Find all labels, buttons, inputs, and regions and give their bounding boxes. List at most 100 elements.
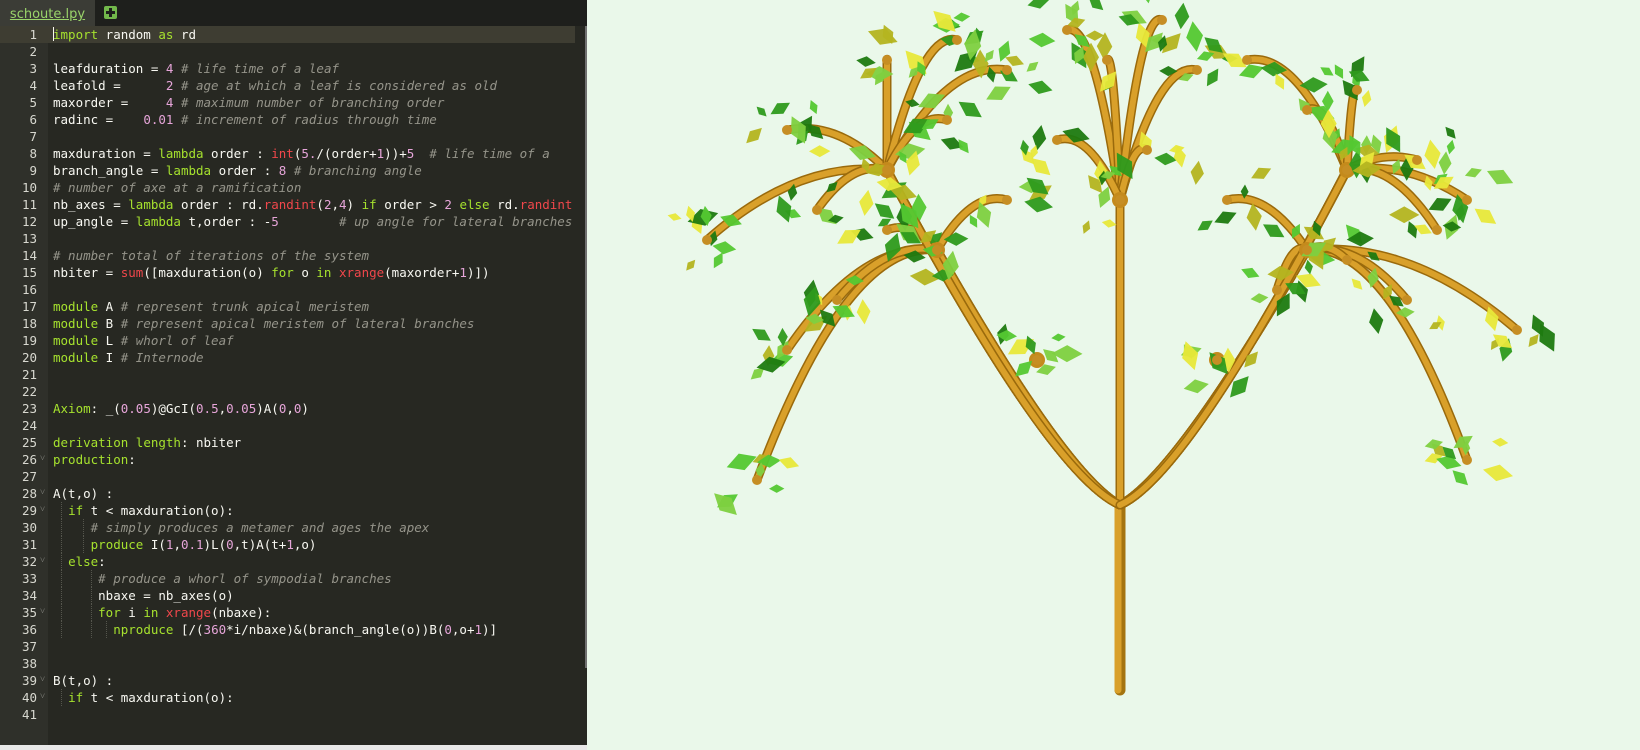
code-line[interactable]: 1 import random as rd <box>0 26 575 43</box>
branch <box>1117 16 1165 508</box>
code-line[interactable]: 8 maxduration = lambda order : int(5./(or… <box>0 145 575 162</box>
leaf <box>667 213 682 221</box>
code-line[interactable]: 19 module L # whorl of leaf <box>0 332 575 349</box>
code-line-text: leafold = 2 # age at which a leaf is con… <box>53 78 498 93</box>
code-line[interactable]: 35 ˅ for i in xrange(nbaxe): <box>0 604 575 621</box>
branch <box>1117 105 1351 508</box>
leaf <box>1492 437 1509 447</box>
code-line-text: B(t,o) : <box>53 673 114 688</box>
line-number: 33 <box>21 571 37 586</box>
code-line[interactable]: 20 module I # Internode <box>0 349 575 366</box>
code-line[interactable]: 5 maxorder = 4 # maximum number of branch… <box>0 94 575 111</box>
code-line[interactable]: 15 nbiter = sum([maxduration(o) for o in … <box>0 264 575 281</box>
plus-square-icon[interactable] <box>104 6 117 19</box>
code-line[interactable]: 28 ˅ A(t,o) : <box>0 485 575 502</box>
leaf <box>1407 221 1418 239</box>
line-number: 34 <box>21 588 37 603</box>
branch-tip <box>1142 145 1152 155</box>
code-line-text: maxorder = 4 # maximum number of branchi… <box>53 95 445 110</box>
fold-chevron-icon[interactable]: ˅ <box>40 502 45 519</box>
branch-tip <box>1402 295 1412 305</box>
code-line[interactable]: 26 ˅ production: <box>0 451 575 468</box>
branch-tip <box>882 225 892 235</box>
branch-tip <box>1242 55 1252 65</box>
tab-file[interactable]: schoute.lpy <box>0 0 95 26</box>
leaf <box>969 214 978 228</box>
code-line[interactable]: 17 module A # represent trunk apical meri… <box>0 298 575 315</box>
branch-tip <box>782 125 792 135</box>
code-line[interactable]: 36 nproduce [/(360*i/nbaxe)&(branch_angl… <box>0 621 575 638</box>
fold-chevron-icon[interactable]: ˅ <box>40 485 45 502</box>
code-line[interactable]: 12 up_angle = lambda t,order : -5 # up an… <box>0 213 575 230</box>
3d-viewer[interactable] <box>587 0 1640 750</box>
leaf <box>1183 379 1209 394</box>
code-line[interactable]: 32 ˅ else: <box>0 553 575 570</box>
fold-chevron-icon[interactable]: ˅ <box>40 451 45 468</box>
branch-tip <box>782 345 792 355</box>
code-line[interactable]: 29 ˅ if t < maxduration(o): <box>0 502 575 519</box>
line-number: 25 <box>21 435 37 450</box>
code-line-text: A(t,o) : <box>53 486 114 501</box>
code-line-text: for i in xrange(nbaxe): <box>98 605 272 620</box>
line-number: 24 <box>21 418 37 433</box>
code-line[interactable]: 16 <box>0 281 575 298</box>
code-line[interactable]: 25 derivation length: nbiter <box>0 434 575 451</box>
code-line[interactable]: 11 nb_axes = lambda order : rd.randint(2,… <box>0 196 575 213</box>
leaf <box>1026 61 1039 72</box>
leaf <box>1024 196 1053 213</box>
line-number: 12 <box>21 214 37 229</box>
leaf <box>1389 206 1420 224</box>
code-line[interactable]: 2 <box>0 43 575 60</box>
code-line[interactable]: 14 # number total of iterations of the sy… <box>0 247 575 264</box>
line-number: 38 <box>21 656 37 671</box>
code-line[interactable]: 21 <box>0 366 575 383</box>
fold-chevron-icon[interactable]: ˅ <box>40 689 45 706</box>
line-number: 14 <box>21 248 37 263</box>
code-line-text: module I # Internode <box>53 350 204 365</box>
code-line[interactable]: 27 <box>0 468 575 485</box>
code-line[interactable]: 7 <box>0 128 575 145</box>
tab-bar: schoute.lpy <box>0 0 587 26</box>
leaf <box>1196 51 1215 61</box>
code-line[interactable]: 31 produce I(1,0.1)L(0,t)A(t+1,o) <box>0 536 575 553</box>
code-line[interactable]: 33 # produce a whorl of sympodial branch… <box>0 570 575 587</box>
fold-chevron-icon[interactable]: ˅ <box>40 604 45 621</box>
leaf <box>1263 224 1285 238</box>
line-number: 41 <box>21 707 37 722</box>
code-line[interactable]: 18 module B # represent apical meristem o… <box>0 315 575 332</box>
branch-tip <box>882 55 892 65</box>
code-line[interactable]: 10 # number of axe at a ramification <box>0 179 575 196</box>
code-line[interactable]: 38 <box>0 655 575 672</box>
code-line[interactable]: 39 ˅ B(t,o) : <box>0 672 575 689</box>
line-number: 3 <box>29 61 37 76</box>
leaf <box>769 484 785 493</box>
code-line[interactable]: 9 branch_angle = lambda order : 8 # branc… <box>0 162 575 179</box>
code-line[interactable]: 24 <box>0 417 575 434</box>
line-number: 19 <box>21 333 37 348</box>
fold-chevron-icon[interactable]: ˅ <box>40 672 45 689</box>
line-number: 40 <box>21 690 37 705</box>
code-line[interactable]: 34 nbaxe = nb_axes(o) <box>0 587 575 604</box>
line-number: 17 <box>21 299 37 314</box>
code-line[interactable]: 40 ˅ if t < maxduration(o): <box>0 689 575 706</box>
leaf <box>1369 308 1384 334</box>
code-line[interactable]: 13 <box>0 230 575 247</box>
code-editor[interactable]: schoute.lpy 1 import random as rd 2 3 leafdu… <box>0 0 589 750</box>
code-line[interactable]: 4 leafold = 2 # age at which a leaf is co… <box>0 77 575 94</box>
leaf <box>1241 267 1260 278</box>
code-area[interactable]: 1 import random as rd 2 3 leafduration = 4 #… <box>0 26 575 745</box>
code-line[interactable]: 23 Axiom: _(0.05)@GcI(0.5,0.05)A(0,0) <box>0 400 575 417</box>
code-line-text: nbiter = sum([maxduration(o) for o in xr… <box>53 265 490 280</box>
branch-tip <box>1302 245 1312 255</box>
code-line[interactable]: 41 <box>0 706 575 723</box>
code-line[interactable]: 6 radinc = 0.01 # increment of radius thr… <box>0 111 575 128</box>
code-line[interactable]: 30 # simply produces a metamer and ages … <box>0 519 575 536</box>
leaf <box>752 328 771 341</box>
plant-tree-render <box>667 0 1555 696</box>
fold-chevron-icon[interactable]: ˅ <box>40 553 45 570</box>
branch <box>883 115 1123 508</box>
code-line[interactable]: 3 leafduration = 4 # life time of a leaf <box>0 60 575 77</box>
code-line[interactable]: 37 <box>0 638 575 655</box>
branch-tip <box>1342 255 1352 265</box>
code-line[interactable]: 22 <box>0 383 575 400</box>
